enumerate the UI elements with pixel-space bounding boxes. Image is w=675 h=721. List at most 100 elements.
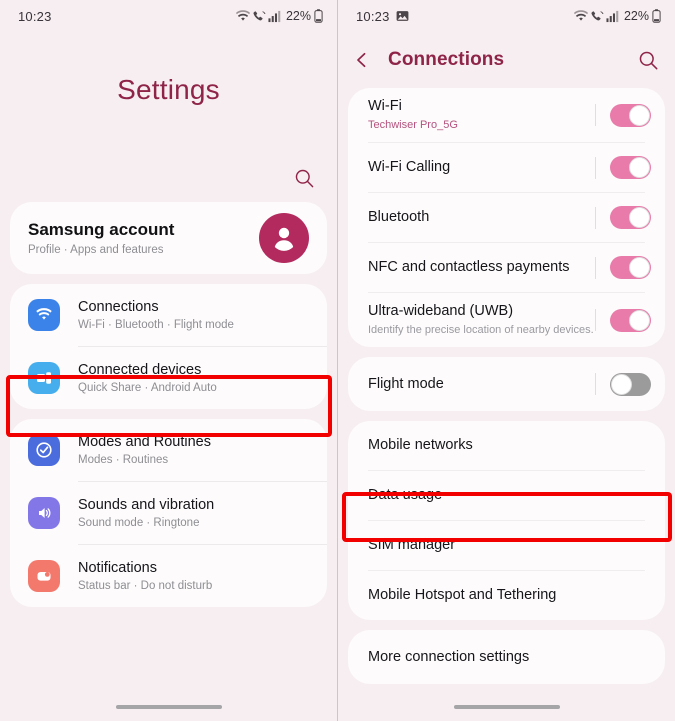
toggle-separator <box>595 256 596 279</box>
connections-screen: 10:23 22% Connections Wi-Fi Techwiser Pr… <box>338 0 675 721</box>
sidebar-item-title: Modes and Routines <box>78 433 211 450</box>
flight-mode-toggle[interactable] <box>610 372 651 396</box>
setting-row-flight-mode[interactable]: Flight mode <box>348 357 665 411</box>
nfc-toggle-wrap <box>595 256 651 279</box>
sidebar-item-sounds-and-vibration[interactable]: Sounds and vibration Sound mode · Ringto… <box>10 482 327 544</box>
home-handle[interactable] <box>453 705 560 709</box>
wifi-icon <box>573 9 588 23</box>
avatar[interactable] <box>259 213 309 263</box>
connections-group-network: Mobile networks Data usage SIM manager M… <box>348 421 665 620</box>
toggle-knob <box>629 207 650 228</box>
setting-row-wifi-calling[interactable]: Wi-Fi Calling <box>348 143 665 192</box>
setting-row-data-usage[interactable]: Data usage <box>348 471 665 520</box>
setting-subtitle: Techwiser Pro_5G <box>368 119 458 132</box>
speaker-icon <box>39 508 51 518</box>
setting-row-nfc[interactable]: NFC and contactless payments <box>348 243 665 292</box>
uwb-toggle[interactable] <box>610 308 651 332</box>
connections-icon-tile <box>28 299 60 331</box>
setting-row-sim-manager[interactable]: SIM manager <box>348 521 665 570</box>
setting-title: Flight mode <box>368 375 444 392</box>
setting-row-bluetooth[interactable]: Bluetooth <box>348 193 665 242</box>
home-handle[interactable] <box>115 705 222 709</box>
toggle-knob <box>611 373 632 395</box>
setting-title: More connection settings <box>368 648 530 665</box>
app-bar-title: Connections <box>388 49 505 70</box>
setting-title: Data usage <box>368 487 443 504</box>
notification-bubble-icon <box>37 572 51 581</box>
status-time: 10:23 <box>356 8 390 24</box>
chevron-left-icon[interactable] <box>352 50 378 70</box>
modes-icon-tile <box>28 434 60 466</box>
account-name: Samsung account <box>28 220 175 239</box>
check-circle-icon <box>36 442 52 458</box>
wifi-calling-toggle-wrap <box>595 156 651 179</box>
nfc-toggle[interactable] <box>610 256 651 279</box>
sidebar-item-title: Sounds and vibration <box>78 496 215 513</box>
setting-title: NFC and contactless payments <box>368 259 570 276</box>
setting-row-wifi[interactable]: Wi-Fi Techwiser Pro_5G <box>348 88 665 142</box>
toggle-knob <box>629 157 650 178</box>
samsung-account-card[interactable]: Samsung account Profile · Apps and featu… <box>10 202 327 274</box>
toggle-separator <box>595 373 596 395</box>
toggle-separator <box>595 156 596 179</box>
uwb-toggle-wrap <box>595 308 651 332</box>
app-bar: Connections <box>338 32 675 88</box>
bluetooth-toggle[interactable] <box>610 206 651 229</box>
wifi-calling-toggle[interactable] <box>610 156 651 179</box>
setting-title: Mobile networks <box>368 437 473 454</box>
setting-subtitle: Identify the precise location of nearby … <box>368 324 594 337</box>
toggle-knob <box>629 257 650 278</box>
wifi-calling-icon <box>252 10 266 23</box>
image-gallery-icon <box>396 10 409 22</box>
setting-title: Bluetooth <box>368 209 430 226</box>
sidebar-item-title: Connected devices <box>78 361 202 378</box>
sidebar-item-connections[interactable]: Connections Wi-Fi · Bluetooth · Flight m… <box>10 284 327 346</box>
page-title: Settings <box>117 74 220 105</box>
toggle-knob <box>629 104 650 126</box>
wifi-calling-icon <box>590 10 604 23</box>
battery-icon <box>314 9 323 23</box>
battery-percent: 22% <box>285 9 311 23</box>
setting-row-mobile-hotspot[interactable]: Mobile Hotspot and Tethering <box>348 571 665 620</box>
samsung-account-row[interactable]: Samsung account Profile · Apps and featu… <box>10 202 327 274</box>
sidebar-item-subtitle: Wi-Fi · Bluetooth · Flight mode <box>78 318 234 331</box>
setting-row-uwb[interactable]: Ultra-wideband (UWB) Identify the precis… <box>348 293 665 347</box>
setting-title: SIM manager <box>368 537 456 554</box>
settings-search-row <box>0 106 337 202</box>
wifi-icon <box>36 308 52 320</box>
nav-bar-right <box>338 693 675 721</box>
settings-group-connections: Connections Wi-Fi · Bluetooth · Flight m… <box>10 284 327 409</box>
connections-group-more: More connection settings <box>348 630 665 684</box>
sidebar-item-subtitle: Status bar · Do not disturb <box>78 579 213 592</box>
setting-title: Wi-Fi Calling <box>368 159 451 176</box>
wifi-toggle[interactable] <box>610 103 651 127</box>
person-avatar-icon <box>274 227 294 251</box>
search-icon[interactable] <box>633 50 659 71</box>
setting-title: Ultra-wideband (UWB) <box>368 303 514 320</box>
setting-title: Mobile Hotspot and Tethering <box>368 587 557 604</box>
battery-percent: 22% <box>623 9 649 23</box>
connected-devices-icon <box>37 372 51 384</box>
notifications-icon-tile <box>28 560 60 592</box>
settings-screen: 10:23 22% Settings Samsung account Profi… <box>0 0 338 721</box>
connections-group-radios: Wi-Fi Techwiser Pro_5G Wi-Fi Calling Blu… <box>348 88 665 347</box>
sidebar-item-connected-devices[interactable]: Connected devices Quick Share · Android … <box>10 347 327 409</box>
setting-title: Wi-Fi <box>368 98 402 115</box>
setting-row-more-connection-settings[interactable]: More connection settings <box>348 630 665 684</box>
setting-row-mobile-networks[interactable]: Mobile networks <box>348 421 665 470</box>
toggle-knob <box>629 309 650 331</box>
sidebar-item-modes-and-routines[interactable]: Modes and Routines Modes · Routines <box>10 419 327 481</box>
wifi-toggle-wrap <box>595 103 651 127</box>
search-icon[interactable] <box>294 168 315 194</box>
toggle-separator <box>595 104 596 126</box>
sounds-icon-tile <box>28 497 60 529</box>
flight-mode-toggle-wrap <box>595 372 651 396</box>
connected-devices-icon-tile <box>28 362 60 394</box>
dual-screenshot: 10:23 22% Settings Samsung account Profi… <box>0 0 675 721</box>
toggle-separator <box>595 206 596 229</box>
connections-group-flight-mode: Flight mode <box>348 357 665 411</box>
sidebar-item-title: Connections <box>78 298 159 315</box>
sidebar-item-subtitle: Sound mode · Ringtone <box>78 516 200 529</box>
sidebar-item-notifications[interactable]: Notifications Status bar · Do not distur… <box>10 545 327 607</box>
battery-icon <box>652 9 661 23</box>
